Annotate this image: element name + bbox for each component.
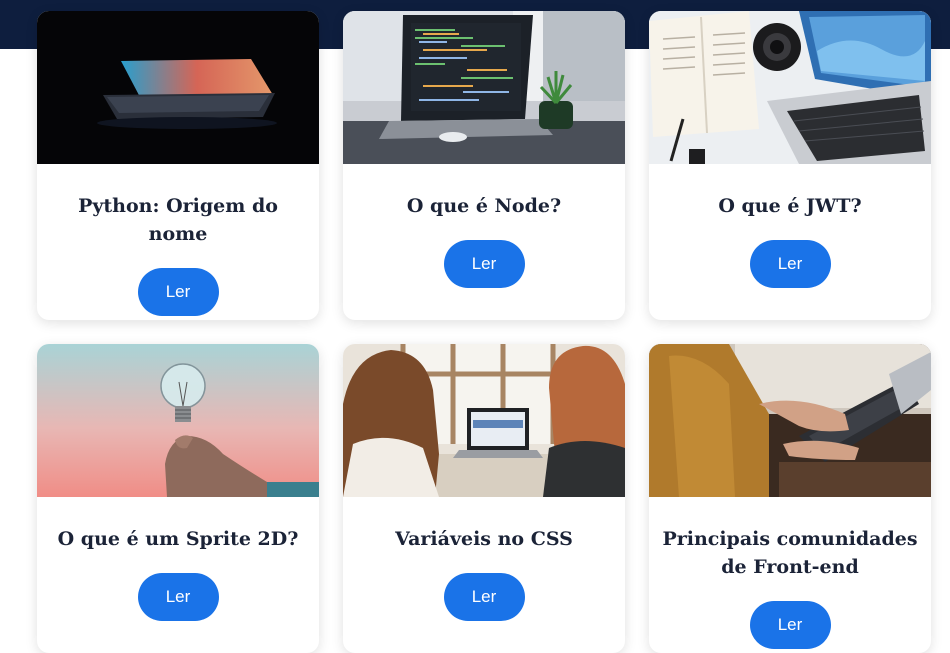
hand-lightbulb-image[interactable] bbox=[37, 344, 319, 497]
post-card: O que é Node? Ler bbox=[343, 11, 625, 320]
laptop-book-camera-image[interactable] bbox=[649, 11, 931, 164]
read-button[interactable]: Ler bbox=[749, 601, 831, 649]
laptop-glow-dark-image[interactable] bbox=[37, 11, 319, 164]
post-card: O que é um Sprite 2D? Ler bbox=[37, 344, 319, 653]
posts-grid: Python: Origem do nome Ler O que é Node?… bbox=[37, 11, 931, 653]
post-title: Principais comunidades de Front-end bbox=[662, 528, 918, 578]
laptop-code-desk-image[interactable] bbox=[343, 11, 625, 164]
read-button[interactable]: Ler bbox=[443, 240, 525, 288]
post-card: Python: Origem do nome Ler bbox=[37, 11, 319, 320]
typing-laptop-image[interactable] bbox=[649, 344, 931, 497]
read-button[interactable]: Ler bbox=[749, 240, 831, 288]
post-card: Principais comunidades de Front-end Ler bbox=[649, 344, 931, 653]
post-title: O que é Node? bbox=[406, 195, 562, 217]
post-card: O que é JWT? Ler bbox=[649, 11, 931, 320]
post-card: Variáveis no CSS Ler bbox=[343, 344, 625, 653]
post-title: Variáveis no CSS bbox=[395, 528, 573, 550]
read-button[interactable]: Ler bbox=[443, 573, 525, 621]
post-title: Python: Origem do nome bbox=[78, 195, 278, 245]
two-women-laptop-image[interactable] bbox=[343, 344, 625, 497]
read-button[interactable]: Ler bbox=[137, 268, 219, 316]
post-title: O que é um Sprite 2D? bbox=[57, 528, 299, 550]
read-button[interactable]: Ler bbox=[137, 573, 219, 621]
post-title: O que é JWT? bbox=[718, 195, 862, 217]
